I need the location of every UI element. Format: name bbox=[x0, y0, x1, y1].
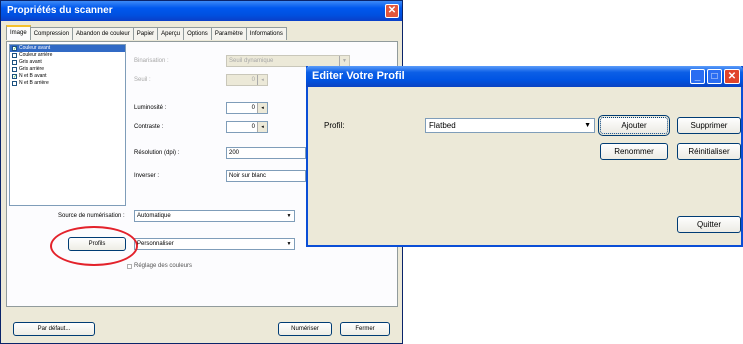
tab-information[interactable]: Informations bbox=[245, 27, 287, 40]
profile-select[interactable]: Personnaliser ▼ bbox=[134, 238, 295, 250]
checkbox-icon[interactable] bbox=[12, 81, 17, 86]
tab-bar: Image Compression Abandon de couleur Pap… bbox=[6, 25, 287, 41]
list-item[interactable]: ✓ N et B avant bbox=[10, 73, 125, 80]
profile-dropdown[interactable]: Flatbed ▼ bbox=[425, 118, 595, 133]
scan-source-label: Source de numérisation : bbox=[58, 213, 125, 219]
close-button[interactable]: Fermer bbox=[340, 322, 390, 336]
tab-image[interactable]: Image bbox=[6, 25, 31, 40]
chevron-down-icon: ▼ bbox=[339, 56, 349, 66]
default-button[interactable]: Par défaut... bbox=[13, 322, 95, 336]
tab-color-dropout[interactable]: Abandon de couleur bbox=[72, 27, 134, 40]
tab-options[interactable]: Options bbox=[183, 27, 212, 40]
resolution-field[interactable]: 200 bbox=[226, 147, 306, 159]
close-icon[interactable]: ✕ bbox=[385, 4, 399, 18]
reset-button[interactable]: Réinitialiser bbox=[677, 143, 741, 160]
scanner-window-title: Propriétés du scanner bbox=[1, 1, 402, 21]
binarisation-label: Binarisation : bbox=[134, 58, 169, 64]
checkbox-icon[interactable] bbox=[12, 67, 17, 72]
brightness-field[interactable]: 0 ◂ bbox=[226, 102, 268, 114]
checkbox-checked-icon[interactable]: ✓ bbox=[12, 74, 17, 80]
checkbox-icon[interactable] bbox=[12, 53, 17, 58]
chevron-down-icon[interactable]: ▼ bbox=[285, 240, 293, 248]
list-item[interactable]: Gris arrière bbox=[10, 66, 125, 73]
invert-field[interactable]: Noir sur blanc bbox=[226, 170, 306, 182]
chevron-down-icon[interactable]: ▼ bbox=[285, 212, 293, 220]
invert-label: Inverser : bbox=[134, 173, 160, 179]
checkbox-icon[interactable] bbox=[127, 263, 132, 269]
tab-compression[interactable]: Compression bbox=[29, 27, 74, 40]
contrast-field[interactable]: 0 ◂ bbox=[226, 121, 268, 133]
quit-button[interactable]: Quitter bbox=[677, 216, 741, 233]
threshold-field: 0 ◂ bbox=[226, 74, 268, 86]
minimize-icon[interactable]: _ bbox=[690, 69, 705, 84]
highlight-ellipse bbox=[50, 226, 138, 266]
profile-label: Profil: bbox=[324, 121, 345, 130]
edit-profile-dialog: Editer Votre Profil _ □ ✕ Profil: Flatbe… bbox=[306, 66, 743, 247]
edit-profile-title: Editer Votre Profil bbox=[306, 66, 743, 87]
checkbox-icon[interactable] bbox=[12, 60, 17, 65]
threshold-label: Seuil : bbox=[134, 77, 151, 83]
list-item[interactable]: Gris avant bbox=[10, 59, 125, 66]
close-icon[interactable]: ✕ bbox=[724, 69, 740, 84]
list-item[interactable]: ✓ Couleur avant bbox=[10, 45, 125, 52]
scan-source-select[interactable]: Automatique ▼ bbox=[134, 210, 295, 222]
list-item[interactable]: Couleur arrière bbox=[10, 52, 125, 59]
delete-button[interactable]: Supprimer bbox=[677, 117, 741, 134]
add-button[interactable]: Ajouter bbox=[598, 115, 670, 136]
arrow-left-icon: ◂ bbox=[257, 75, 267, 85]
tab-setting[interactable]: Paramètre bbox=[210, 27, 247, 40]
arrow-left-icon[interactable]: ◂ bbox=[257, 122, 267, 132]
list-item[interactable]: N et B arrière bbox=[10, 80, 125, 87]
rename-button[interactable]: Renommer bbox=[600, 143, 668, 160]
maximize-icon[interactable]: □ bbox=[707, 69, 722, 84]
checkbox-checked-icon[interactable]: ✓ bbox=[12, 46, 17, 52]
resolution-label: Résolution (dpi) : bbox=[134, 150, 180, 156]
contrast-label: Contraste : bbox=[134, 124, 164, 130]
arrow-left-icon[interactable]: ◂ bbox=[257, 103, 267, 113]
chevron-down-icon[interactable]: ▼ bbox=[584, 119, 591, 132]
tab-preview[interactable]: Aperçu bbox=[157, 27, 185, 40]
scan-button[interactable]: Numériser bbox=[278, 322, 332, 336]
image-type-list: ✓ Couleur avant Couleur arrière Gris ava… bbox=[9, 44, 126, 206]
tab-paper[interactable]: Papier bbox=[132, 27, 159, 40]
color-adjust-checkbox[interactable]: Réglage des couleurs bbox=[125, 263, 192, 269]
brightness-label: Luminosité : bbox=[134, 105, 167, 111]
